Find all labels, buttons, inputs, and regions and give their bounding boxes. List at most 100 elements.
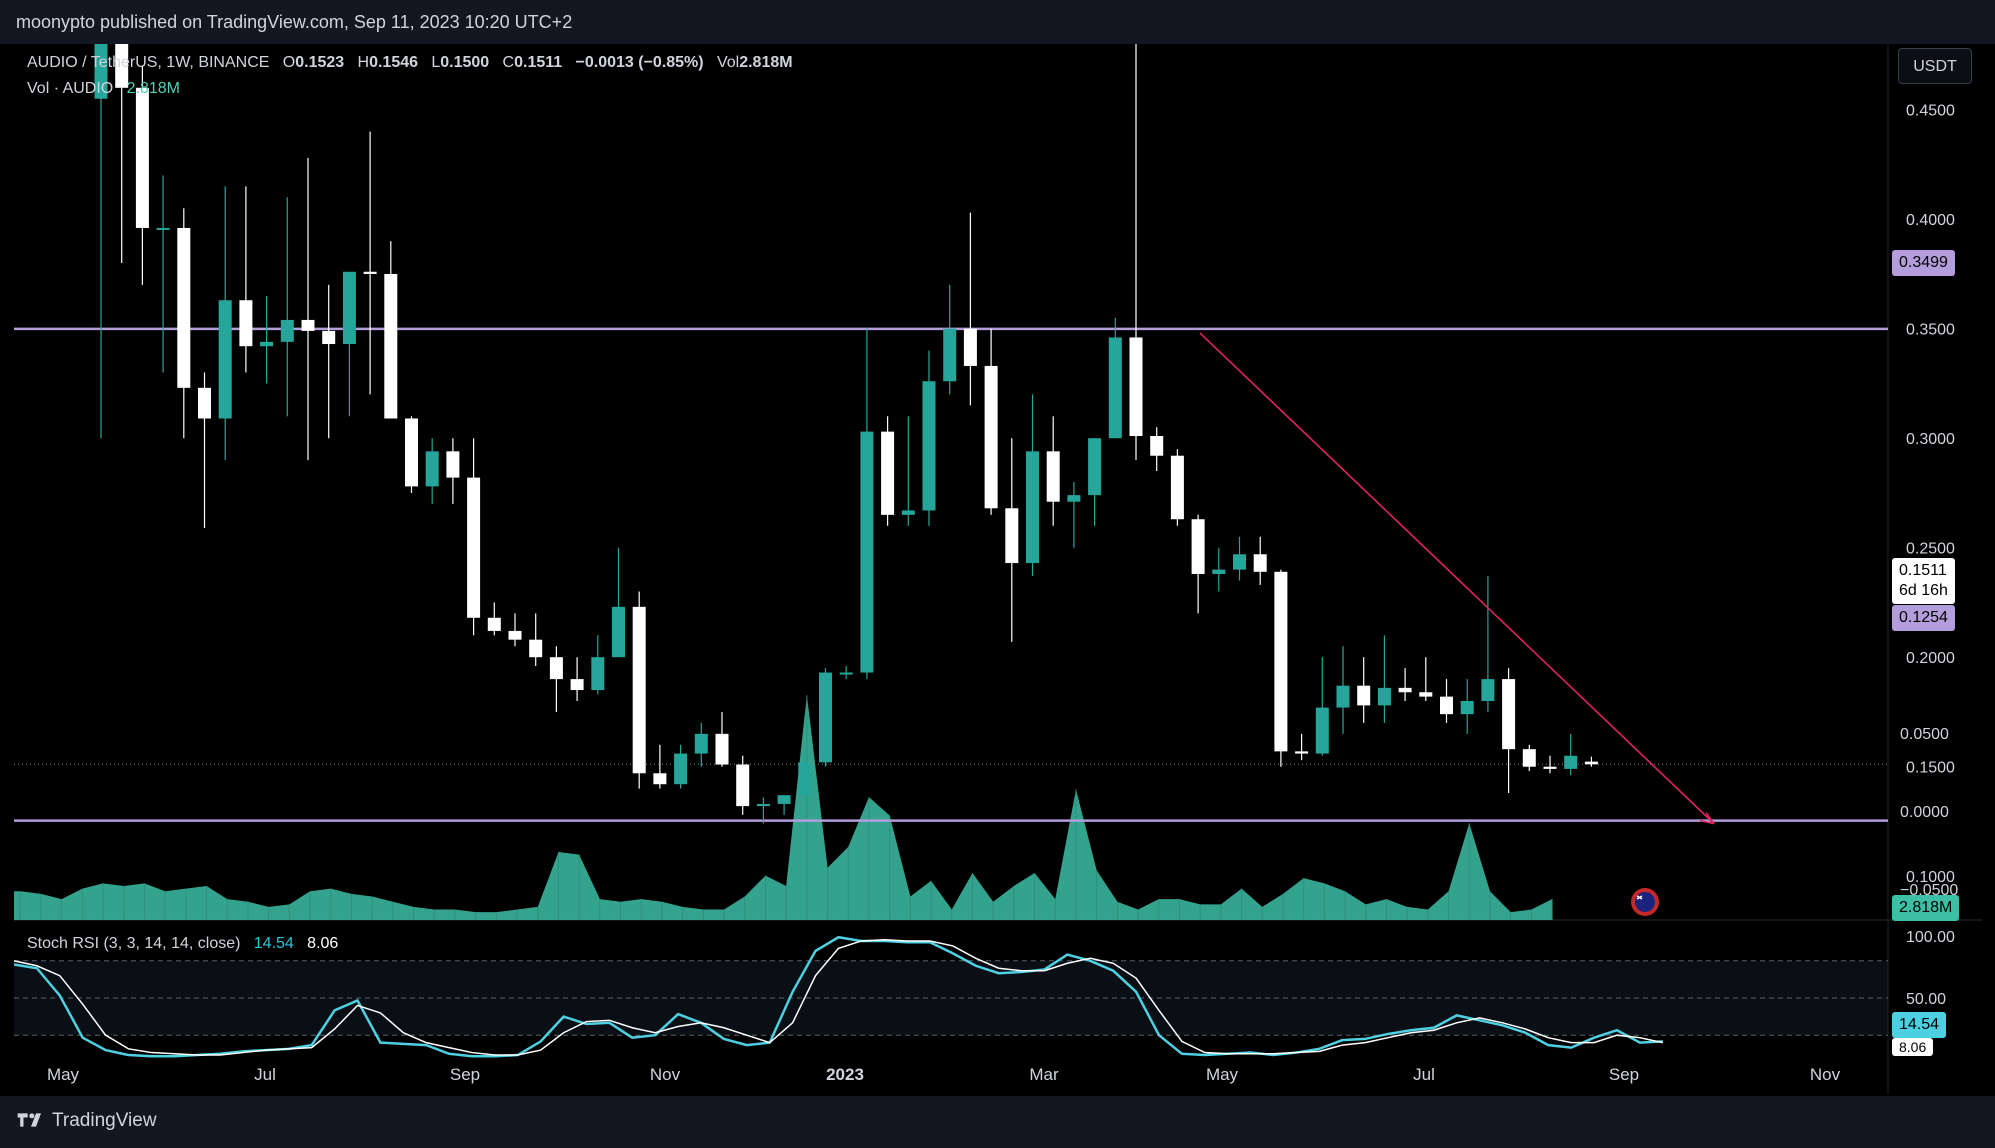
candle-body (1502, 679, 1516, 750)
candle (1398, 668, 1412, 701)
flag-icon (1631, 888, 1659, 916)
candle (1212, 547, 1226, 592)
price-tick-label: 0.3000 (1906, 431, 1955, 448)
stoch-d-legend: 8.06 (307, 935, 339, 952)
candle-body (1522, 749, 1536, 767)
candle (549, 646, 563, 712)
volume-label: Vol · AUDIO (27, 80, 114, 97)
time-tick-label: Jul (1413, 1065, 1435, 1084)
candle-body (115, 44, 129, 88)
candle (384, 241, 398, 419)
symbol-name[interactable]: AUDIO / TetherUS, 1W, BINANCE (27, 54, 269, 71)
candle (922, 350, 936, 526)
candle-body (1440, 696, 1453, 715)
candle (694, 722, 708, 767)
flag-icon-center (1635, 892, 1655, 912)
candle (674, 744, 688, 789)
candle (508, 613, 522, 647)
candle-body (632, 606, 646, 774)
candle-body (1150, 436, 1164, 456)
candle (901, 416, 915, 526)
candle (1502, 668, 1516, 793)
candle (591, 635, 605, 695)
candle-body (301, 319, 315, 331)
candle-body (384, 273, 398, 419)
candle (301, 157, 315, 461)
price-tick-label: 0.0000 (1900, 804, 1949, 821)
candle (1046, 416, 1060, 526)
chart-canvas[interactable]: 0.4500 0.4000 0.3500 0.3000 0.2500 0.2000 0.15… (0, 0, 1995, 1148)
candle-body (715, 733, 729, 765)
candle-body (135, 87, 149, 228)
candle-body (860, 431, 874, 673)
candle-body (1419, 692, 1433, 697)
low-label: L (431, 54, 441, 71)
candle-body (1336, 685, 1350, 708)
candle (156, 175, 170, 373)
candle (1088, 438, 1102, 526)
currency-button[interactable]: USDT (1898, 48, 1972, 84)
volume-legend[interactable]: Vol · AUDIO 2.818M (27, 80, 180, 98)
volume-tag: 2.818M (1892, 895, 1960, 921)
change-value: −0.0013 (−0.85%) (575, 54, 704, 71)
candle-body (839, 672, 853, 675)
candle-body (1108, 337, 1122, 439)
footer: TradingView (0, 1096, 1995, 1148)
candle-body (756, 803, 770, 807)
time-tick-label: May (1206, 1065, 1239, 1084)
candle-body (1398, 687, 1412, 693)
candle-body (1377, 687, 1391, 706)
stoch-legend[interactable]: Stoch RSI (3, 3, 14, 14, close) 14.54 8.… (27, 935, 338, 953)
bar-countdown: 6d 16h (1899, 582, 1948, 599)
time-tick-label: 2023 (826, 1065, 864, 1084)
time-tick-label: Sep (450, 1065, 480, 1084)
candle (1191, 514, 1205, 614)
candle-body (1005, 508, 1019, 564)
candle-body (1212, 569, 1226, 574)
candle-body (922, 381, 936, 511)
time-tick-label: Nov (1810, 1065, 1841, 1084)
price-tick-label: 0.3500 (1906, 322, 1955, 339)
candle (1253, 536, 1267, 585)
candle-body (591, 657, 605, 691)
price-tick-label: 0.4500 (1906, 103, 1955, 120)
candle (1440, 679, 1453, 723)
candle-body (405, 418, 418, 487)
time-tick-label: Jul (254, 1065, 276, 1084)
tradingview-brand[interactable]: TradingView (16, 1110, 157, 1132)
candle-body (239, 300, 253, 347)
candle-body (570, 679, 584, 691)
candle-body (1026, 451, 1039, 564)
candle (1108, 317, 1122, 439)
candle-body (1543, 766, 1557, 769)
candle-body (1295, 751, 1309, 754)
candle (1481, 576, 1495, 712)
candle (860, 328, 874, 680)
candle-body (963, 328, 977, 366)
vol-value: 2.818M (739, 54, 793, 71)
candle (529, 613, 543, 666)
candle-body (1253, 554, 1267, 572)
candle-body (1067, 495, 1081, 502)
candle (405, 416, 418, 493)
price-tick-label: 0.2000 (1906, 650, 1955, 667)
candle (653, 744, 667, 789)
candle-body (1129, 337, 1143, 437)
candle-body (487, 617, 501, 631)
candle (1315, 657, 1329, 756)
candle-body (653, 773, 667, 785)
candle-body (1584, 761, 1598, 765)
candle (943, 284, 957, 395)
candle-body (1170, 455, 1184, 520)
candle (425, 438, 439, 504)
candle (1336, 646, 1350, 734)
candle-body (177, 227, 191, 388)
symbol-legend[interactable]: AUDIO / TetherUS, 1W, BINANCE O0.1523 H0… (27, 54, 793, 72)
candle (612, 547, 625, 658)
close-value: 0.1511 (514, 54, 563, 71)
candle-body (777, 795, 791, 804)
support-tag: 0.1254 (1892, 605, 1955, 631)
candle (1005, 438, 1019, 642)
candle (1357, 657, 1371, 723)
candle (1584, 756, 1598, 767)
